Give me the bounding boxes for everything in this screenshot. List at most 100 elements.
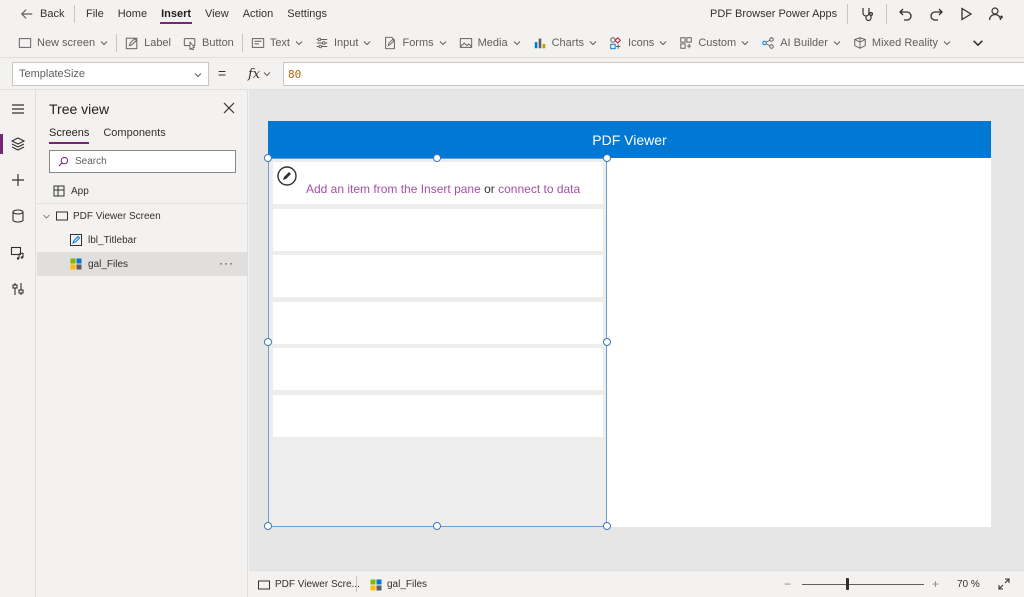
media-icon: [10, 246, 24, 260]
resize-handle-top[interactable]: [433, 154, 441, 162]
data-button[interactable]: [9, 207, 27, 225]
mixed-reality-menu-label: Mixed Reality: [871, 36, 938, 49]
menu-file[interactable]: File: [79, 0, 111, 28]
forms-menu-label: Forms: [402, 36, 434, 49]
close-icon[interactable]: [223, 102, 235, 114]
menu-insert[interactable]: Insert: [154, 0, 198, 28]
tree-item-pdf-viewer-screen[interactable]: PDF Viewer Screen: [37, 204, 248, 228]
back-button[interactable]: Back: [0, 7, 70, 21]
custom-menu[interactable]: Custom: [673, 28, 755, 58]
lbl-titlebar[interactable]: PDF Viewer: [268, 121, 991, 158]
tools-icon: [12, 283, 24, 295]
resize-handle-bottom[interactable]: [433, 522, 441, 530]
hamburger-button[interactable]: [9, 100, 27, 118]
account-button[interactable]: [981, 6, 1011, 22]
breadcrumb-screen-label: PDF Viewer Scre...: [275, 579, 360, 590]
icons-menu[interactable]: Icons: [603, 28, 673, 58]
gallery-row: [273, 255, 603, 297]
fit-to-window-icon[interactable]: [998, 578, 1010, 590]
gallery-template-row[interactable]: Add an item from the Insert pane or conn…: [273, 162, 603, 204]
app-icon: [53, 185, 65, 197]
chevron-down-icon[interactable]: [42, 212, 51, 221]
tree-item-label: gal_Files: [88, 258, 129, 270]
resize-handle-top-right[interactable]: [603, 154, 611, 162]
search-placeholder: Search: [75, 156, 107, 167]
media-menu[interactable]: Media: [453, 28, 527, 58]
resize-handle-bottom-right[interactable]: [603, 522, 611, 530]
breadcrumb-screen[interactable]: PDF Viewer Scre...: [258, 571, 360, 597]
property-dropdown[interactable]: TemplateSize: [12, 62, 209, 86]
more-options-button[interactable]: ···: [219, 256, 234, 270]
zoom-out-button[interactable]: −: [784, 577, 791, 591]
new-screen-icon: [18, 37, 32, 48]
insert-pane-link[interactable]: Add an item from the Insert pane: [306, 182, 481, 196]
menu-divider: [74, 5, 75, 23]
plus-icon: [12, 174, 24, 186]
divider: [847, 4, 848, 24]
pencil-edit-icon[interactable]: [277, 166, 297, 186]
gal-files-gallery[interactable]: Add an item from the Insert pane or conn…: [268, 158, 607, 527]
gallery-icon: [370, 579, 382, 590]
tab-screens[interactable]: Screens: [49, 127, 90, 144]
resize-handle-bottom-left[interactable]: [264, 522, 272, 530]
gallery-icon: [70, 258, 82, 270]
resize-handle-top-left[interactable]: [264, 154, 272, 162]
tree-view-button[interactable]: [9, 135, 27, 153]
layers-icon: [10, 137, 26, 151]
chevron-down-icon: [100, 40, 108, 45]
media-button[interactable]: [9, 244, 27, 262]
zoom-slider-thumb[interactable]: [846, 578, 849, 590]
new-screen-button[interactable]: New screen: [12, 28, 114, 58]
tree-search-input[interactable]: Search: [49, 150, 236, 173]
fx-button[interactable]: fx: [240, 62, 282, 86]
app-name: PDF Browser Power Apps: [710, 8, 838, 20]
play-button[interactable]: [951, 6, 981, 22]
equals-sign: =: [218, 65, 227, 81]
redo-button[interactable]: [921, 6, 951, 22]
menu-home[interactable]: Home: [111, 0, 154, 28]
screen-icon: [56, 211, 68, 221]
gallery-row: [273, 302, 603, 344]
breadcrumb-control[interactable]: gal_Files: [370, 571, 427, 597]
resize-handle-left[interactable]: [264, 338, 272, 346]
gallery-row: [273, 209, 603, 251]
image-icon: [459, 37, 472, 48]
ai-builder-menu[interactable]: AI Builder: [755, 28, 847, 58]
resize-handle-right[interactable]: [603, 338, 611, 346]
undo-button[interactable]: [891, 6, 921, 22]
status-bar: PDF Viewer Scre... gal_Files − + 70 %: [249, 570, 1024, 597]
gallery-empty-hint: Add an item from the Insert pane or conn…: [306, 182, 580, 196]
chevron-down-icon: [741, 40, 749, 45]
arrow-left-icon: [20, 9, 33, 19]
connect-data-link[interactable]: connect to data: [498, 182, 580, 196]
menu-settings[interactable]: Settings: [280, 0, 334, 28]
pdf-viewer-screen[interactable]: PDF Viewer Add an item from the Insert p…: [268, 121, 991, 527]
label-button[interactable]: Label: [119, 28, 177, 58]
formula-input[interactable]: 80: [283, 62, 1024, 86]
forms-menu[interactable]: Forms: [377, 28, 452, 58]
ribbon-more-button[interactable]: [965, 28, 991, 58]
tree-item-app[interactable]: App: [37, 179, 248, 203]
input-menu[interactable]: Input: [309, 28, 377, 58]
insert-button[interactable]: [9, 171, 27, 189]
advanced-tools-button[interactable]: [9, 280, 27, 298]
menu-action[interactable]: Action: [236, 0, 281, 28]
chevron-down-icon: [833, 40, 841, 45]
app-checker-button[interactable]: [852, 6, 882, 22]
tab-components[interactable]: Components: [103, 127, 165, 144]
text-menu[interactable]: Text: [245, 28, 309, 58]
menu-view[interactable]: View: [198, 0, 236, 28]
status-divider: [356, 576, 357, 592]
zoom-value: 70 %: [957, 579, 980, 590]
zoom-slider[interactable]: [802, 584, 924, 585]
button-button[interactable]: Button: [177, 28, 240, 58]
tree-item-gal-files[interactable]: gal_Files: [37, 252, 248, 276]
chevron-down-icon: [659, 40, 667, 45]
input-menu-label: Input: [334, 36, 359, 49]
mixed-reality-menu[interactable]: Mixed Reality: [847, 28, 957, 58]
search-icon: [58, 156, 69, 167]
charts-menu[interactable]: Charts: [527, 28, 603, 58]
charts-menu-label: Charts: [551, 36, 585, 49]
zoom-in-button[interactable]: +: [932, 577, 939, 591]
tree-item-lbl-titlebar[interactable]: lbl_Titlebar: [37, 228, 248, 252]
